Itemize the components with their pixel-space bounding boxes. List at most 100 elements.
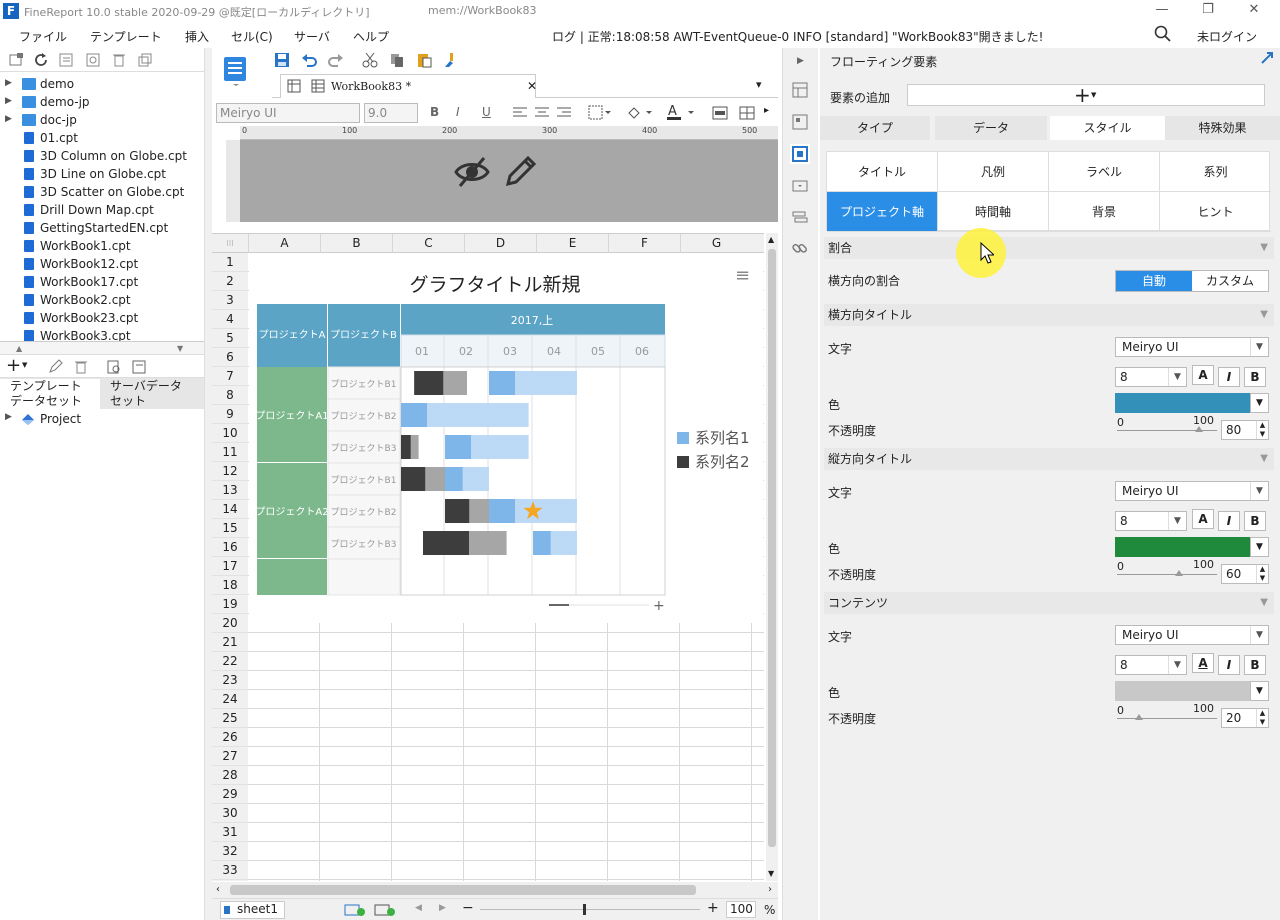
row-header[interactable]: 15 (212, 519, 248, 538)
row-header[interactable]: 1 (212, 253, 248, 272)
series1-bar-progress[interactable] (533, 531, 551, 555)
merge-cells-icon[interactable] (712, 105, 728, 121)
condition-icon[interactable] (792, 178, 808, 194)
row-header[interactable]: 28 (212, 766, 248, 785)
column-header[interactable]: A (248, 234, 320, 253)
row-header[interactable]: 8 (212, 386, 248, 405)
save-icon[interactable] (274, 52, 290, 68)
hyperlink-list-icon[interactable] (792, 210, 808, 226)
delete-icon[interactable] (111, 52, 127, 68)
row-header[interactable]: 29 (212, 785, 248, 804)
row-header[interactable]: 3 (212, 291, 248, 310)
v-title-bold-button[interactable]: B (1244, 511, 1266, 531)
chart-zoom-in-icon[interactable]: + (653, 598, 665, 614)
link-icon[interactable] (792, 240, 808, 256)
subtab-series[interactable]: 系列 (1160, 152, 1271, 192)
dataset-edit-icon[interactable] (131, 359, 147, 375)
tab-workbook83[interactable]: WorkBook83 * ✕ (280, 74, 537, 98)
row-header[interactable]: 26 (212, 728, 248, 747)
h-title-bold-button[interactable]: B (1244, 367, 1266, 387)
chart-menu-icon[interactable]: ≡ (735, 265, 750, 286)
template-list-icon[interactable] (58, 52, 74, 68)
subtab-time-axis[interactable]: 時間軸 (938, 192, 1049, 232)
row-header[interactable]: 5 (212, 329, 248, 348)
row-header[interactable]: 25 (212, 709, 248, 728)
edit-icon[interactable] (47, 359, 63, 375)
new-folder-icon[interactable] (8, 52, 24, 68)
spinner-icon[interactable]: ▲ ▼ (1256, 709, 1268, 727)
menu-file[interactable]: ファイル (19, 28, 67, 45)
edit-pencil-icon[interactable] (504, 154, 538, 188)
select-all-icon[interactable]: ⁝⁝⁝ (212, 234, 248, 253)
prev-sheet-icon[interactable]: ◀ (415, 903, 422, 913)
column-header[interactable]: D (464, 234, 536, 253)
h-title-color-a-button[interactable]: A (1192, 365, 1214, 385)
spinner-icon[interactable]: ▲ ▼ (1256, 565, 1268, 583)
tree-file[interactable]: WorkBook12.cpt (0, 255, 196, 273)
gantt-chart[interactable]: グラフタイトル新規 ≡ プロジェクトA プロジェクトB 2017,上 01 02 03 04 05… (249, 253, 763, 623)
row-header[interactable]: 21 (212, 633, 248, 652)
collapse-rail-icon[interactable]: ▶ (797, 56, 804, 66)
undo-icon[interactable] (301, 52, 317, 68)
menu-server[interactable]: サーバ (294, 28, 330, 45)
section-v-title[interactable]: 縦方向タイトル ▼ (824, 448, 1274, 470)
align-left-icon[interactable] (512, 106, 528, 120)
align-center-icon[interactable] (534, 106, 550, 120)
row-header[interactable]: 7 (212, 367, 248, 386)
section-content[interactable]: コンテンツ ▼ (824, 592, 1274, 614)
scroll-right-icon[interactable]: › (768, 884, 772, 895)
row-header[interactable]: 20 (212, 614, 248, 633)
redo-icon[interactable] (328, 52, 344, 68)
row-header[interactable]: 32 (212, 842, 248, 861)
horizontal-scrollbar[interactable]: ‹ › (212, 882, 778, 898)
content-opacity-input[interactable]: 20 ▲ ▼ (1221, 708, 1269, 728)
v-title-font-select[interactable]: Meiryo UI ▼ (1115, 481, 1269, 501)
tree-folder[interactable]: ▶ doc-jp (0, 111, 196, 129)
row-header[interactable]: 2 (212, 272, 248, 291)
content-color-a-button[interactable]: A (1192, 653, 1214, 673)
hscroll-thumb[interactable] (230, 885, 696, 895)
expand-arrow-icon[interactable]: ▶ (5, 114, 12, 124)
series1-bar-progress[interactable] (445, 435, 471, 459)
h-title-opacity-input[interactable]: 80 ▲ ▼ (1221, 420, 1269, 440)
subtab-project-axis[interactable]: プロジェクト軸 (827, 192, 938, 232)
subtab-legend[interactable]: 凡例 (938, 152, 1049, 192)
panel-splitter[interactable]: ▲ ▼ (0, 341, 204, 355)
column-header[interactable]: B (320, 234, 392, 253)
subtab-background[interactable]: 背景 (1049, 192, 1160, 232)
italic-icon[interactable]: I (456, 105, 460, 119)
cell-attr-icon[interactable] (792, 82, 808, 98)
v-title-opacity-slider[interactable]: 0 100 (1117, 558, 1217, 580)
content-bold-button[interactable]: B (1244, 655, 1266, 675)
content-color-swatch[interactable] (1115, 681, 1250, 701)
tab-menu-icon[interactable]: ▾ (756, 78, 762, 91)
spreadsheet[interactable]: ⁝⁝⁝ ABCDEFG 1 2 3 4 5 6 7 8 9 10 11 12 13 14 15 16 17 18 1… (212, 233, 778, 881)
column-header[interactable]: F (608, 234, 680, 253)
add-dataset-icon[interactable]: + (6, 356, 21, 376)
series1-bar-progress[interactable] (489, 499, 515, 523)
tree-file[interactable]: 3D Column on Globe.cpt (0, 147, 196, 165)
copy-cell-icon[interactable] (389, 52, 405, 68)
row-header[interactable]: 16 (212, 538, 248, 557)
hide-icon[interactable] (454, 156, 490, 188)
scroll-down-icon[interactable]: ▼ (768, 869, 774, 878)
tree-file[interactable]: 3D Line on Globe.cpt (0, 165, 196, 183)
menu-template[interactable]: テンプレート (90, 28, 162, 45)
section-h-title[interactable]: 横方向タイトル ▼ (824, 304, 1274, 326)
search-icon[interactable] (1154, 25, 1172, 43)
v-title-color-dropdown[interactable]: ▼ (1250, 537, 1269, 557)
zoom-slider[interactable] (480, 909, 700, 910)
legend-label-series2[interactable]: 系列名2 (695, 453, 750, 471)
paste-icon[interactable] (416, 52, 432, 68)
vertical-scrollbar[interactable]: ▲ ▼ (766, 233, 778, 881)
close-icon[interactable]: ✕ (1244, 2, 1264, 20)
content-color-dropdown[interactable]: ▼ (1250, 681, 1269, 701)
content-italic-button[interactable]: I (1218, 655, 1240, 675)
ratio-custom-button[interactable]: カスタム (1192, 271, 1268, 291)
row-header[interactable]: 24 (212, 690, 248, 709)
slider-thumb[interactable] (1175, 570, 1183, 576)
tab-type[interactable]: タイプ (820, 116, 930, 140)
tab-server-dataset[interactable]: サーバデータ セット (100, 379, 204, 409)
restore-icon[interactable]: ❐ (1198, 2, 1218, 20)
align-right-icon[interactable] (556, 106, 572, 120)
